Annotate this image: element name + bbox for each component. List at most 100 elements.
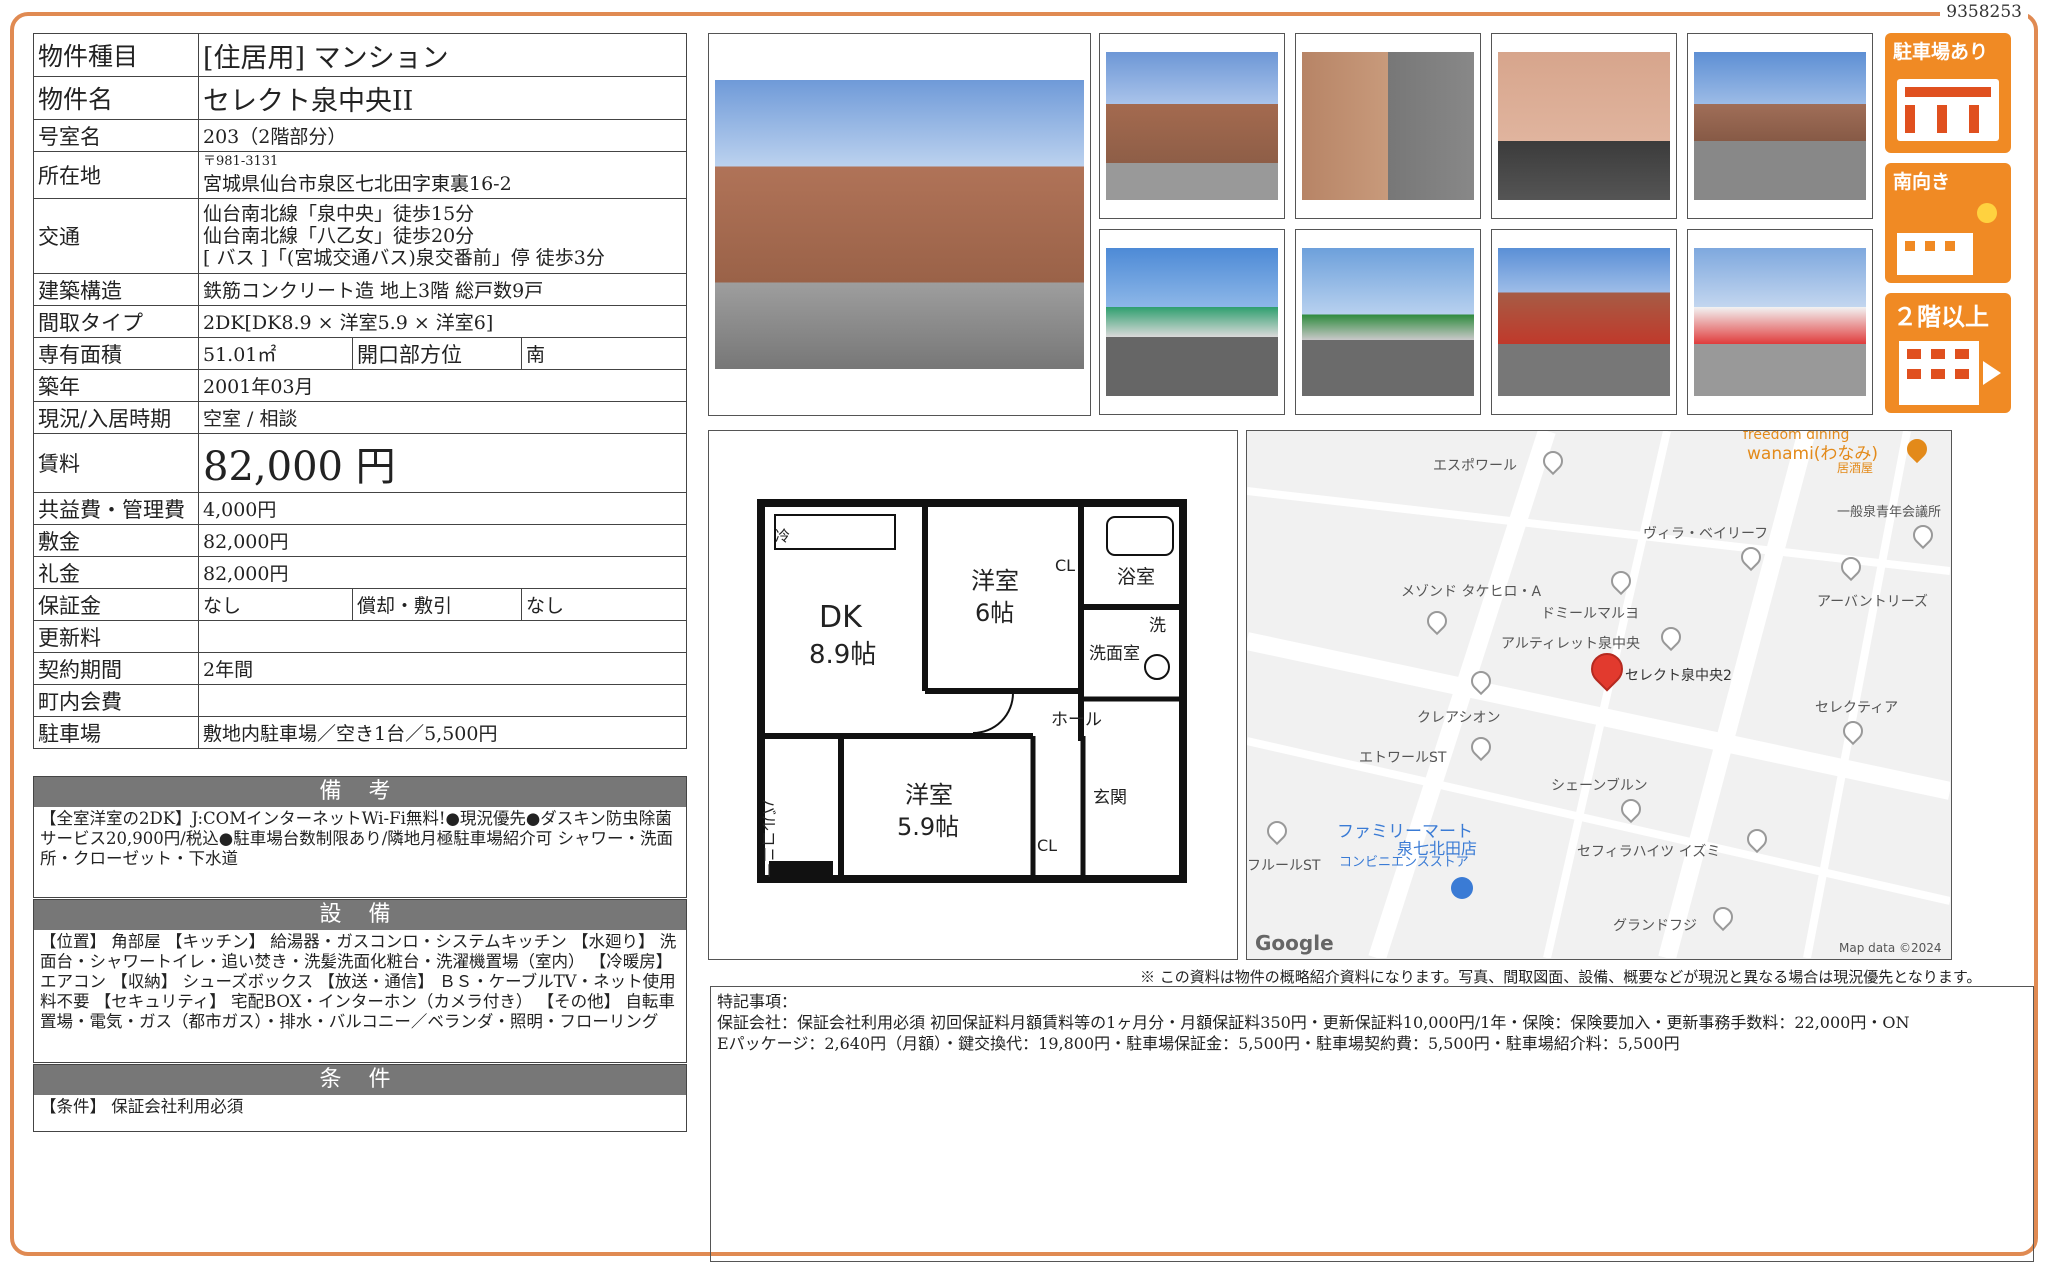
badge-parking-available: 駐車場あり [1885, 33, 2011, 153]
parking-label: 駐車場 [33, 716, 199, 749]
map-label-9: セレクティア [1815, 700, 1899, 716]
map-label-0: エスポワール [1433, 458, 1517, 474]
built-value: 2001年03月 [198, 369, 687, 402]
facilities-body: 【位置】 角部屋 【キッチン】 給湯器・ガスコンロ・システムキッチン 【水廻り】… [40, 932, 677, 1031]
direction-value: 南 [521, 337, 687, 370]
access-line-1: 仙台南北線「泉中央」徒歩15分 [203, 203, 475, 225]
deposit-value: 82,000円 [198, 524, 687, 557]
remarks-body: 【全室洋室の2DK】J:COMインターネットWi-Fi無料!●現況優先●ダスキン… [40, 809, 673, 868]
fee-value: 4,000円 [198, 492, 687, 525]
google-logo: Google [1255, 931, 1334, 955]
guarantee-value: なし [198, 588, 353, 621]
address-cell: 〒981-3131 宮城県仙台市泉区七北田字東裏16-2 [198, 151, 687, 199]
thumbnail-convenience-store[interactable] [1099, 229, 1285, 415]
map-label-7: セレクト泉中央2 [1625, 668, 1732, 684]
map-label-15: セフィラハイツ イズミ [1577, 844, 1721, 860]
access-line-3: [ バス ]「(宮城交通バス)泉交番前」停 徒歩3分 [203, 247, 605, 269]
location-map[interactable]: エスポワール 一般泉青年会議所 ヴィラ・ベイリーフ メゾンド タケヒロ・A ドミ… [1246, 430, 1952, 960]
map-label-5: アーバントリーズ [1817, 594, 1929, 610]
map-label-17: フルールST [1247, 858, 1321, 874]
document-number: 9358253 [1940, 2, 2028, 22]
building-arrow-icon [1899, 341, 2001, 405]
key-money-label: 礼金 [33, 556, 199, 589]
layout-label: 間取タイプ [33, 305, 199, 338]
structure-value: 鉄筋コンクリート造 地上3階 総戸数9戸 [198, 273, 687, 306]
thumbnail-post-office[interactable] [1687, 229, 1873, 415]
special-notes: 特記事項： 保証会社：保証会社利用必須 初回保証料月額賃料等の1ヶ月分・月額保証… [710, 986, 2034, 1262]
map-label-16: グランドフジ [1613, 918, 1697, 934]
fp-room2-label: 洋室 [905, 781, 953, 809]
thumbnail-supermarket[interactable] [1295, 229, 1481, 415]
thumbnail-hallway[interactable] [1491, 33, 1677, 219]
key-money-value: 82,000円 [198, 556, 687, 589]
fp-room1-label: 洋室 [971, 567, 1019, 595]
contract-value: 2年間 [198, 652, 687, 685]
map-label-10: エトワールST [1359, 750, 1447, 766]
facilities-section: 設 備 【位置】 角部屋 【キッチン】 給湯器・ガスコンロ・システムキッチン 【… [33, 899, 687, 1063]
fp-washer: 洗 [1149, 616, 1166, 636]
convenience-store-icon[interactable] [1451, 877, 1473, 899]
built-label: 築年 [33, 369, 199, 402]
map-label-4: ドミールマルヨ [1541, 606, 1639, 622]
deposit-label: 敷金 [33, 524, 199, 557]
parking-icon [1897, 79, 1999, 141]
rent-label: 賃料 [33, 433, 199, 493]
property-name: セレクト泉中央II [198, 76, 687, 120]
map-label-1: 一般泉青年会議所 [1837, 505, 1942, 520]
room-label: 号室名 [33, 119, 199, 152]
fp-room2-size: 5.9帖 [897, 813, 959, 841]
fp-cl-1: CL [1055, 556, 1075, 575]
fp-cl-2: CL [1037, 836, 1057, 855]
fp-hall-label: ホール [1051, 710, 1102, 730]
access-label: 交通 [33, 198, 199, 274]
fp-balcony-label: バルコニー [759, 799, 778, 879]
renewal-label: 更新料 [33, 620, 199, 653]
renewal-value [198, 620, 687, 653]
community-fee-value [198, 684, 687, 717]
community-fee-label: 町内会費 [33, 684, 199, 717]
thumbnail-entrance[interactable] [1295, 33, 1481, 219]
amortization-value: なし [521, 588, 687, 621]
map-label-8: クレアシオン [1417, 710, 1501, 726]
property-spec-table: 物件種目 [住居用] マンション 物件名 セレクト泉中央II 号室名 203（2… [33, 33, 687, 749]
fee-label: 共益費・管理費 [33, 492, 199, 525]
type-value: [住居用] マンション [198, 33, 687, 77]
rent-value: 82,000 円 [198, 433, 687, 493]
fp-bath-label: 浴室 [1117, 566, 1155, 588]
special-notes-heading: 特記事項： [717, 992, 798, 1011]
map-label-14: コンビニエンスストア [1339, 855, 1469, 870]
type-label: 物件種目 [33, 33, 199, 77]
disclaimer: ※ この資料は物件の概略紹介資料になります。写真、間取図面、設備、概要などが現況… [1140, 968, 1982, 986]
fp-dk-label: DK [819, 600, 863, 635]
access-cell: 仙台南北線「泉中央」徒歩15分 仙台南北線「八乙女」徒歩20分 [ バス ]「(… [198, 198, 687, 274]
parking-value: 敷地内駐車場／空き1台／5,500円 [198, 716, 687, 749]
conditions-section: 条 件 【条件】 保証会社利用必須 [33, 1064, 687, 1132]
map-label-3: メゾンド タケヒロ・A [1401, 584, 1542, 600]
address-value: 宮城県仙台市泉区七北田字東裏16-2 [203, 172, 512, 195]
thumbnail-parking[interactable] [1687, 33, 1873, 219]
direction-label: 開口部方位 [352, 337, 522, 370]
map-label-2: ヴィラ・ベイリーフ [1643, 526, 1769, 542]
main-building-photo [708, 33, 1091, 416]
remarks-heading: 備 考 [34, 777, 686, 807]
guarantee-label: 保証金 [33, 588, 199, 621]
address-label: 所在地 [33, 151, 199, 199]
fp-entrance-label: 玄関 [1093, 788, 1127, 808]
thumbnail-building-1[interactable] [1099, 33, 1285, 219]
access-line-2: 仙台南北線「八乙女」徒歩20分 [203, 225, 475, 247]
conditions-body: 【条件】 保証会社利用必須 [40, 1097, 244, 1116]
special-notes-line-1: 保証会社：保証会社利用必須 初回保証料月額賃料等の1ヶ月分・月額保証料350円・… [717, 1013, 1910, 1032]
badge-south-text: 南向き [1893, 171, 1951, 193]
badge-parking-text: 駐車場あり [1893, 41, 1989, 63]
thumbnail-shopping-center[interactable] [1491, 229, 1677, 415]
area-label: 専有面積 [33, 337, 199, 370]
floor-plan-drawing: DK 8.9帖 洋室 6帖 洋室 5.9帖 浴室 洗面室 ホール 玄関 バルコニ… [757, 499, 1187, 883]
map-attribution: Map data ©2024 [1839, 941, 1942, 955]
fp-room1-size: 6帖 [975, 599, 1014, 627]
status-label: 現況/入居時期 [33, 401, 199, 434]
map-label-6: アルティレット泉中央 [1501, 636, 1641, 652]
badge-second-floor-or-above: ２階以上 [1885, 293, 2011, 413]
layout-value: 2DK[DK8.9 × 洋室5.9 × 洋室6] [198, 305, 687, 338]
name-label: 物件名 [33, 76, 199, 120]
structure-label: 建築構造 [33, 273, 199, 306]
